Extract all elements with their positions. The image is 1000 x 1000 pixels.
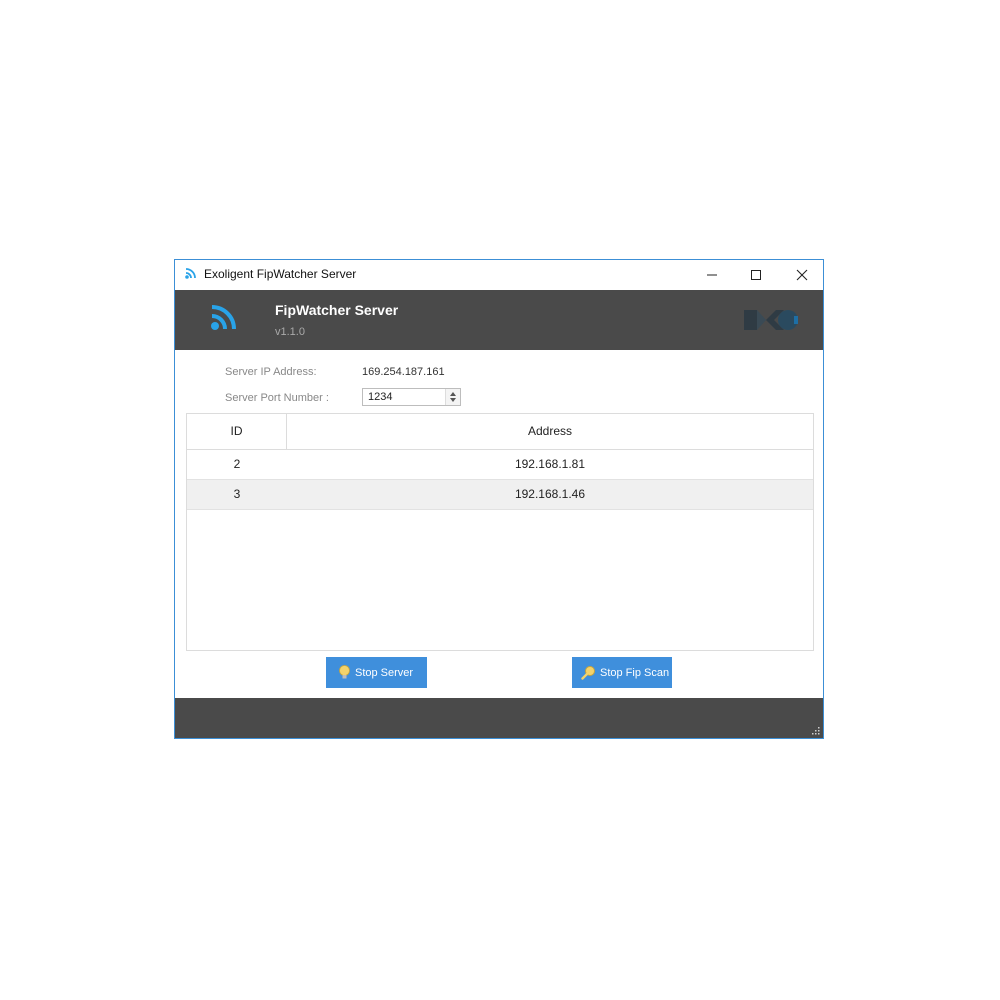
stop-fip-scan-button[interactable]: Stop Fip Scan	[572, 657, 672, 688]
column-header-address[interactable]: Address	[287, 414, 813, 449]
stop-server-label: Stop Server	[355, 666, 414, 679]
spin-up-icon[interactable]	[450, 392, 456, 396]
lightbulb-icon	[339, 665, 350, 679]
status-footer	[175, 698, 823, 738]
wifi-signal-icon	[185, 268, 196, 279]
server-ip-label: Server IP Address:	[225, 366, 317, 378]
close-button[interactable]	[779, 260, 825, 290]
row-address-cell: 192.168.1.81	[514, 457, 586, 471]
title-bar[interactable]: Exoligent FipWatcher Server	[175, 260, 823, 290]
app-version: v1.1.0	[275, 326, 305, 338]
exoligent-logo-icon	[744, 310, 798, 330]
column-header-id[interactable]: ID	[187, 414, 287, 449]
row-id-cell: 2	[233, 457, 241, 471]
magnifier-icon	[581, 666, 595, 680]
port-spin-buttons[interactable]	[445, 389, 460, 405]
clients-table: ID Address 2 192.168.1.81 3 192.168.1.46	[186, 413, 814, 651]
app-window: Exoligent FipWatcher Server FipWatcher S…	[174, 259, 824, 739]
minimize-icon	[707, 274, 717, 276]
server-ip-value: 169.254.187.161	[362, 366, 445, 378]
app-header: FipWatcher Server v1.1.0	[175, 290, 823, 350]
row-address-cell: 192.168.1.46	[514, 487, 586, 501]
window-title: Exoligent FipWatcher Server	[204, 267, 357, 281]
server-port-stepper[interactable]: 1234	[362, 388, 461, 406]
wifi-signal-icon	[211, 305, 236, 330]
resize-grip-icon[interactable]	[811, 726, 820, 735]
minimize-button[interactable]	[689, 260, 735, 290]
maximize-button[interactable]	[733, 260, 779, 290]
table-row[interactable]: 2 192.168.1.81	[187, 450, 813, 480]
table-header: ID Address	[187, 414, 813, 450]
row-id-cell: 3	[233, 487, 241, 501]
app-title: FipWatcher Server	[275, 302, 399, 318]
server-port-value[interactable]: 1234	[368, 391, 392, 403]
maximize-icon	[751, 270, 761, 280]
spin-down-icon[interactable]	[450, 398, 456, 402]
stop-server-button[interactable]: Stop Server	[326, 657, 427, 688]
table-row[interactable]: 3 192.168.1.46	[187, 480, 813, 510]
stop-fip-scan-label: Stop Fip Scan	[600, 666, 670, 679]
server-port-label: Server Port Number :	[225, 392, 329, 404]
close-icon	[796, 269, 808, 281]
